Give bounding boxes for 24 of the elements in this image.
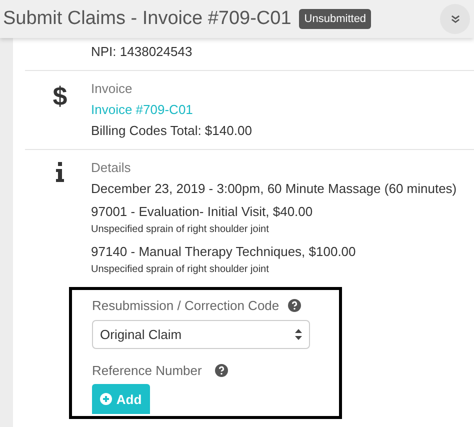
- plus-circle-icon: [100, 393, 112, 405]
- help-icon[interactable]: [214, 364, 228, 377]
- field-label: Resubmission / Correction Code: [92, 298, 280, 313]
- dollar-icon: $: [52, 83, 68, 138]
- detail-text: NPI: 1438024543: [91, 44, 192, 59]
- diagnosis-note: Unspecified sprain of right shoulder joint: [91, 264, 270, 276]
- section-heading: Details: [91, 160, 132, 175]
- status-badge: Unsubmitted: [299, 8, 372, 30]
- add-button[interactable]: Add: [92, 384, 150, 414]
- sort-arrows-icon: [295, 329, 302, 340]
- detail-text: Billing Codes Total: $140.00: [91, 123, 252, 138]
- help-icon[interactable]: [288, 299, 302, 312]
- info-icon: [55, 162, 65, 182]
- diagnosis-note: Unspecified sprain of right shoulder joint: [91, 224, 270, 236]
- invoice-link[interactable]: Invoice #709-C01: [91, 102, 252, 117]
- billing-code: 97140 - Manual Therapy Techniques, $100.00: [91, 244, 357, 259]
- page-title: Submit Claims - Invoice #709-C01: [3, 6, 292, 31]
- collapse-button[interactable]: [440, 4, 470, 34]
- double-chevron-icon: [450, 14, 460, 24]
- section-heading: Invoice: [91, 81, 134, 96]
- billing-code: 97001 - Evaluation- Initial Visit, $40.00: [91, 204, 314, 219]
- field-label: Reference Number: [92, 363, 202, 378]
- detail-text: December 23, 2019 - 3:00pm, 60 Minute Massage (60 minutes): [91, 181, 457, 196]
- resubmission-select[interactable]: Original Claim: [92, 320, 310, 349]
